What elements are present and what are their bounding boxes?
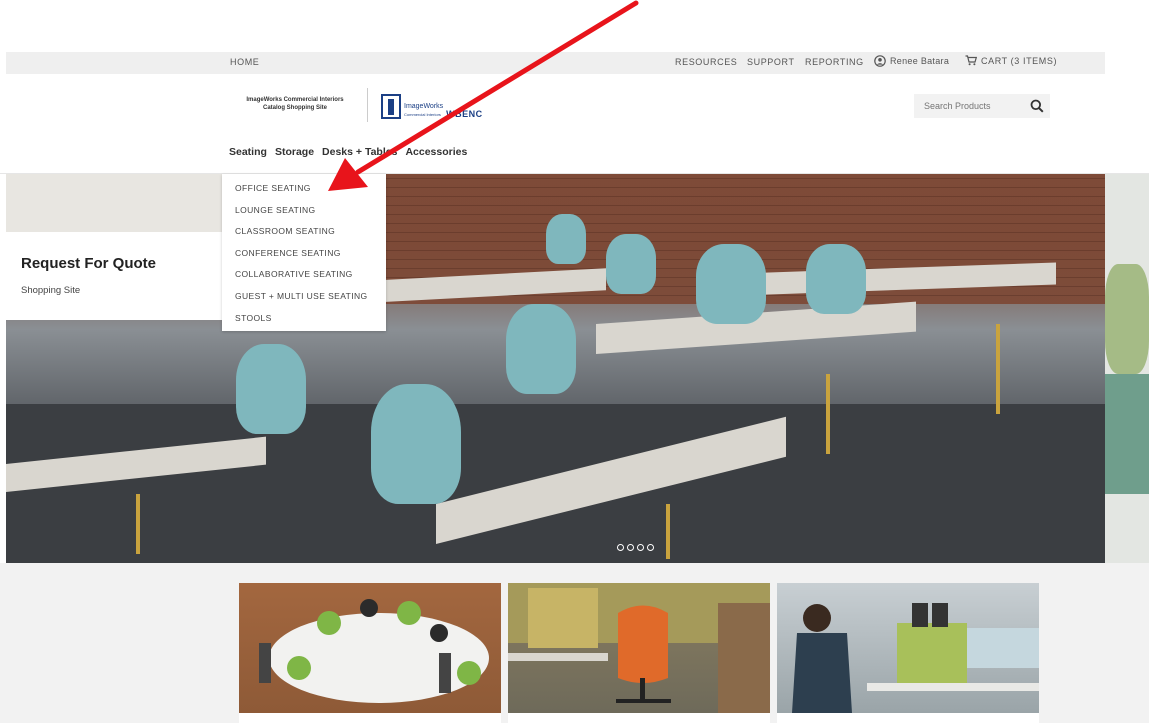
annotation-arrow-icon: [328, 0, 639, 191]
page: HOME RESOURCES SUPPORT REPORTING Renee B…: [0, 0, 1149, 723]
